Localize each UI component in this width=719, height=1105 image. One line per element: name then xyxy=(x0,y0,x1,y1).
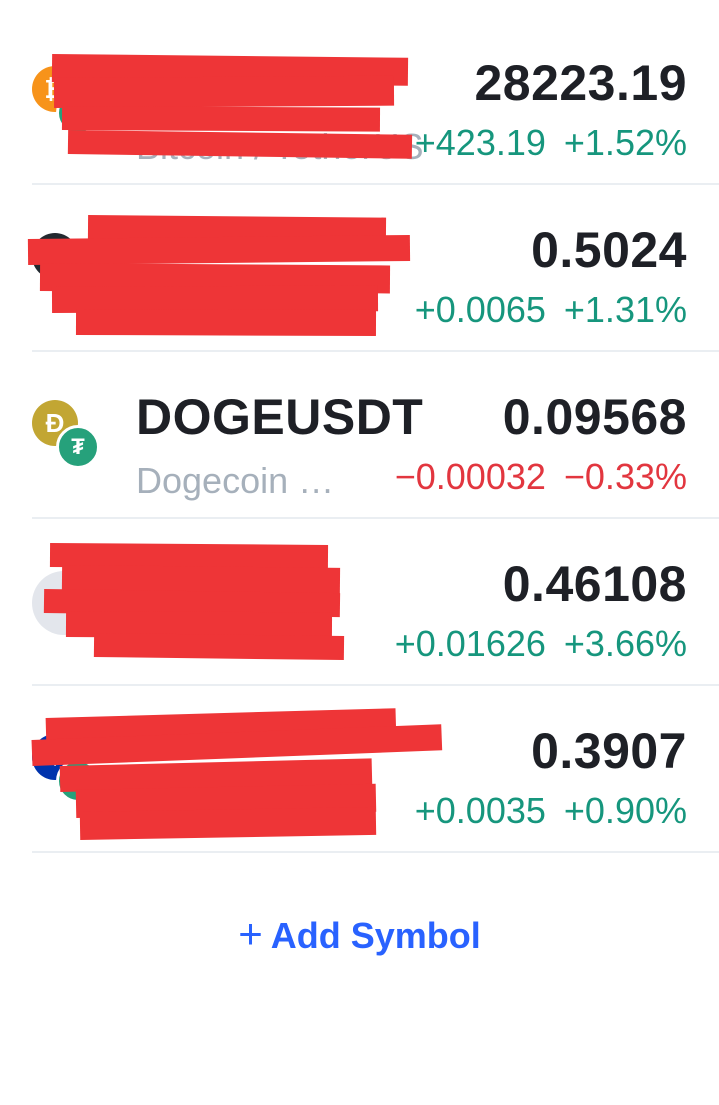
price-change: +423.19 +1.52% xyxy=(415,122,687,164)
change-absolute: −0.00032 xyxy=(394,456,546,497)
last-price: 0.5024 xyxy=(531,222,687,278)
watchlist-row[interactable]: ✳ ₮ 0.3907 +0.0035 +0.90% xyxy=(31,686,719,853)
redaction-mark xyxy=(93,633,345,661)
watchlist: ₿ ₮ Bitcoin / TetherUS 28223.19 +423.19 … xyxy=(0,18,719,853)
redaction-mark xyxy=(79,806,377,840)
redaction-mark xyxy=(27,235,411,265)
redaction-mark xyxy=(61,106,381,132)
tether-icon: ₮ xyxy=(56,425,100,469)
change-absolute: +0.0065 xyxy=(414,289,546,330)
last-price: 0.46108 xyxy=(502,556,687,612)
redaction-mark xyxy=(53,75,395,108)
last-price: 0.3907 xyxy=(531,723,687,779)
plus-icon: + xyxy=(238,910,263,957)
symbol-description: Dogecoin … xyxy=(136,460,335,501)
redaction-mark xyxy=(75,309,377,337)
change-percent: +1.52% xyxy=(563,122,687,163)
watchlist-row[interactable]: ₿ ₮ Bitcoin / TetherUS 28223.19 +423.19 … xyxy=(32,18,719,185)
add-symbol-label: Add Symbol xyxy=(270,915,481,956)
change-absolute: +0.0035 xyxy=(414,790,546,831)
watchlist-row[interactable]: ✕ ₮ 0.5024 +0.0065 +1.31% xyxy=(27,185,719,352)
change-absolute: +423.19 xyxy=(414,122,546,163)
change-percent: −0.33% xyxy=(563,456,687,497)
symbol-name: DOGEUSDT xyxy=(136,389,424,445)
watchlist-row[interactable]: Ð ₮ DOGEUSDT Dogecoin … 0.09568 −0.00032… xyxy=(32,352,719,519)
change-absolute: +0.01626 xyxy=(394,623,546,664)
change-percent: +1.31% xyxy=(563,289,687,330)
price-change: −0.00032 −0.33% xyxy=(395,456,687,498)
price-change: +0.0035 +0.90% xyxy=(415,790,687,832)
watchlist-row[interactable]: 0.46108 +0.01626 +3.66% xyxy=(32,519,719,686)
last-price: 0.09568 xyxy=(502,389,687,445)
price-change: +0.01626 +3.66% xyxy=(395,623,687,665)
change-percent: +0.90% xyxy=(563,790,687,831)
last-price: 28223.19 xyxy=(474,55,687,111)
redaction-mark xyxy=(67,130,413,159)
price-change: +0.0065 +1.31% xyxy=(415,289,687,331)
change-percent: +3.66% xyxy=(563,623,687,664)
pair-icons: Ð ₮ xyxy=(32,400,104,472)
add-symbol-button[interactable]: + Add Symbol xyxy=(0,910,719,958)
